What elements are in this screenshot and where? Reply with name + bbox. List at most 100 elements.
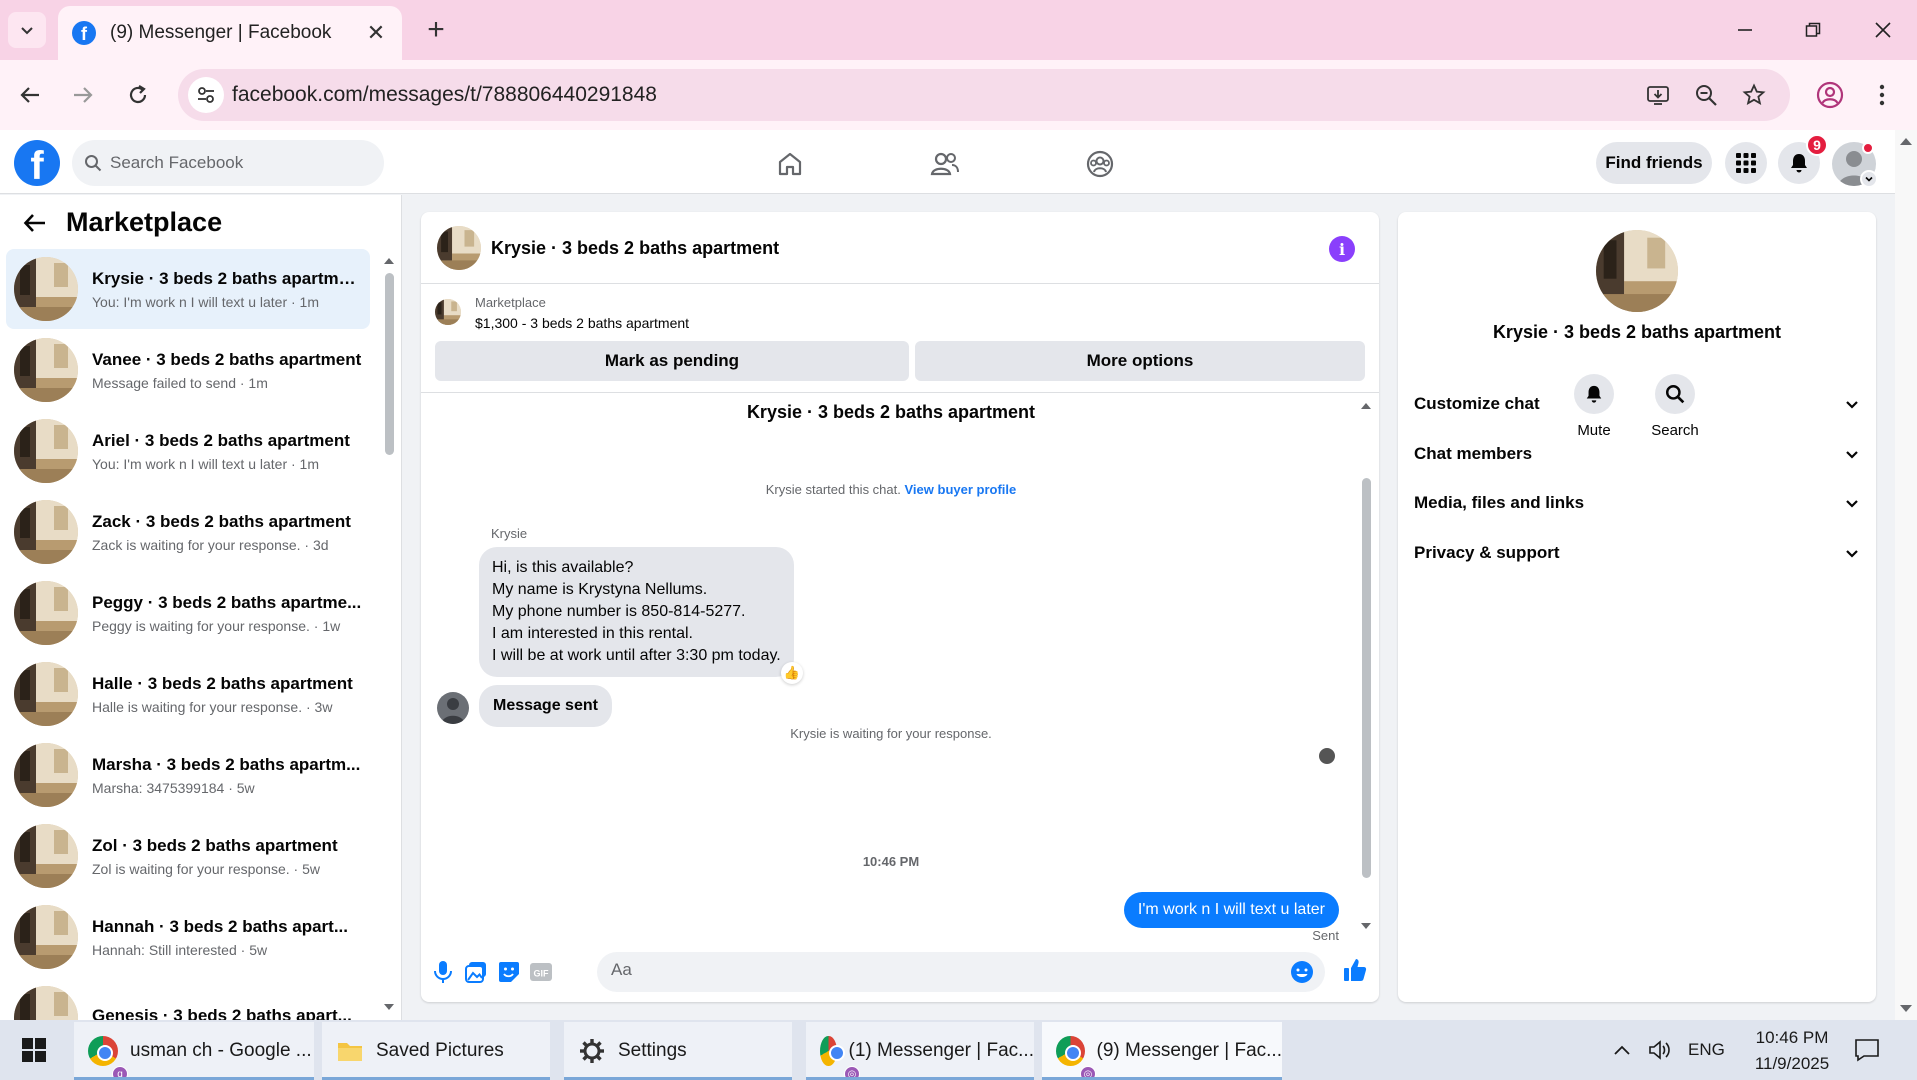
section-chat-members[interactable]: Chat members [1414, 432, 1860, 476]
conversation-item[interactable]: Zol · 3 beds 2 baths apartment Zol is wai… [6, 816, 370, 896]
apartment-thumbnail [14, 986, 78, 1020]
attach-photo-button[interactable] [462, 958, 490, 986]
taskbar-clock[interactable]: 10:46 PM 11/9/2025 [1732, 1025, 1852, 1077]
account-chevron-icon[interactable] [1860, 170, 1878, 188]
browser-tab-active[interactable]: f (9) Messenger | Facebook ✕ [58, 6, 402, 60]
conversation-name: Krysie · 3 beds 2 baths apartment [92, 268, 364, 288]
outgoing-message-bubble[interactable]: I'm work n I will text u later [1123, 892, 1339, 928]
nav-friends[interactable] [923, 142, 967, 186]
install-app-icon[interactable] [1644, 81, 1672, 109]
windows-taskbar: q usman ch - Google ... Saved Pictures S… [0, 1020, 1917, 1080]
gif-icon: GIF [530, 963, 552, 981]
message-input[interactable] [611, 960, 1261, 980]
conversation-name: Marsha · 3 beds 2 baths apartm... [92, 754, 361, 774]
taskbar-item-settings[interactable]: Settings [564, 1022, 792, 1080]
listing-title[interactable]: $1,300 - 3 beds 2 baths apartment [475, 315, 689, 331]
apartment-thumbnail [14, 500, 78, 564]
conversation-item[interactable]: Hannah · 3 beds 2 baths apart... Hannah: … [6, 897, 370, 977]
speaker-icon [1649, 1040, 1670, 1060]
find-friends-button[interactable]: Find friends [1596, 142, 1712, 184]
bookmark-star-icon[interactable] [1740, 81, 1768, 109]
section-customize-chat[interactable]: Customize chat [1414, 382, 1860, 426]
thumbs-up-reaction-icon[interactable]: 👍 [781, 662, 803, 684]
new-tab-button[interactable]: + [420, 13, 452, 46]
incoming-message-bubble[interactable]: Hi, is this available? My name is Krysty… [479, 547, 794, 677]
taskbar-item-messenger-1[interactable]: ◎ (1) Messenger | Fac... [806, 1022, 1034, 1080]
address-bar[interactable]: facebook.com/messages/t/788806440291848 [178, 69, 1790, 121]
facebook-search[interactable] [72, 140, 384, 186]
close-window-button[interactable] [1858, 10, 1908, 50]
friends-icon [930, 152, 959, 176]
section-media-files-links[interactable]: Media, files and links [1414, 481, 1860, 525]
taskbar-item-messenger-9[interactable]: ◎ (9) Messenger | Fac... [1042, 1022, 1282, 1080]
back-button[interactable] [12, 77, 48, 113]
marketplace-sidebar: Marketplace Krysie · 3 beds 2 baths apar… [0, 195, 402, 1020]
sticker-button[interactable] [495, 958, 523, 986]
zoom-icon[interactable] [1692, 81, 1720, 109]
url-text[interactable]: facebook.com/messages/t/788806440291848 [232, 83, 657, 107]
browser-profile-button[interactable] [1812, 77, 1848, 113]
notification-center-button[interactable] [1854, 1020, 1880, 1080]
info-avatar[interactable] [1596, 230, 1678, 312]
restore-button[interactable] [1788, 10, 1838, 50]
conversation-item[interactable]: Zack · 3 beds 2 baths apartment Zack is w… [6, 492, 370, 572]
conversation-item[interactable]: Krysie · 3 beds 2 baths apartment You: I'… [6, 249, 370, 329]
tab-close-icon[interactable]: ✕ [364, 20, 388, 45]
start-button[interactable] [10, 1030, 58, 1070]
site-info-button[interactable] [188, 77, 224, 113]
volume-button[interactable] [1648, 1020, 1672, 1080]
apartment-thumbnail [14, 338, 78, 402]
listing-thumbnail[interactable] [435, 299, 461, 325]
conversation-item[interactable]: Halle · 3 beds 2 baths apartment Halle is… [6, 654, 370, 734]
section-privacy-support[interactable]: Privacy & support [1414, 531, 1860, 575]
menu-grid-button[interactable] [1725, 142, 1767, 184]
taskbar-item-saved-pictures[interactable]: Saved Pictures [322, 1022, 550, 1080]
send-like-button[interactable] [1341, 956, 1369, 984]
bell-icon [1791, 154, 1807, 173]
page-scrollbar[interactable] [1895, 130, 1917, 1020]
info-icon[interactable]: i [1329, 236, 1355, 262]
chrome-icon: ◎ [820, 1036, 860, 1080]
forward-button[interactable] [65, 77, 101, 113]
sidebar-scroll-thumb[interactable] [385, 273, 394, 455]
taskbar-label: usman ch - Google ... [130, 1040, 312, 1061]
chat-avatar[interactable] [437, 226, 481, 270]
message-sent-bubble[interactable]: Message sent [479, 685, 612, 727]
sidebar-back-button[interactable] [20, 208, 50, 238]
voice-clip-button[interactable] [429, 958, 457, 986]
conversation-item[interactable]: Genesis · 3 beds 2 baths apart... [6, 978, 370, 1020]
conversation-item[interactable]: Vanee · 3 beds 2 baths apartment Message … [6, 330, 370, 410]
message-input-wrapper[interactable] [597, 952, 1325, 992]
conversation-item[interactable]: Peggy · 3 beds 2 baths apartme... Peggy i… [6, 573, 370, 653]
taskbar-item-chrome-usman[interactable]: q usman ch - Google ... [74, 1022, 314, 1080]
minimize-button[interactable] [1720, 10, 1770, 50]
sidebar-scrollbar[interactable] [382, 255, 396, 1015]
thread-scroll-thumb[interactable] [1362, 478, 1371, 878]
more-options-button[interactable]: More options [915, 341, 1365, 381]
conversation-preview: Marsha: 3475399184 · 5w [92, 779, 255, 796]
kebab-menu-icon [1879, 84, 1885, 106]
sent-status: Sent [1312, 928, 1339, 942]
language-indicator[interactable]: ENG [1688, 1020, 1725, 1080]
tab-title: (9) Messenger | Facebook [110, 22, 332, 43]
mark-as-pending-button[interactable]: Mark as pending [435, 341, 909, 381]
emoji-icon[interactable] [1289, 959, 1315, 985]
facebook-logo-icon[interactable]: f [14, 140, 60, 186]
tab-search-button[interactable] [8, 12, 46, 48]
view-buyer-profile-link[interactable]: View buyer profile [905, 482, 1017, 497]
nav-groups[interactable] [1078, 142, 1122, 186]
facebook-search-input[interactable] [110, 153, 350, 173]
conversation-item[interactable]: Marsha · 3 beds 2 baths apartm... Marsha:… [6, 735, 370, 815]
browser-tabstrip: f (9) Messenger | Facebook ✕ + [0, 0, 1917, 60]
thread-scrollbar[interactable] [1358, 394, 1374, 940]
scroll-down-icon [384, 1004, 394, 1010]
conversation-info-panel: Krysie · 3 beds 2 baths apartment Mute S… [1398, 212, 1876, 1002]
apartment-thumbnail [14, 743, 78, 807]
tray-overflow-button[interactable] [1612, 1020, 1632, 1080]
gif-button[interactable]: GIF [527, 958, 555, 986]
conversation-item[interactable]: Ariel · 3 beds 2 baths apartment You: I'm… [6, 411, 370, 491]
browser-menu-button[interactable] [1864, 77, 1900, 113]
chat-title[interactable]: Krysie · 3 beds 2 baths apartment [491, 238, 779, 259]
nav-home[interactable] [768, 142, 812, 186]
reload-button[interactable] [120, 77, 156, 113]
